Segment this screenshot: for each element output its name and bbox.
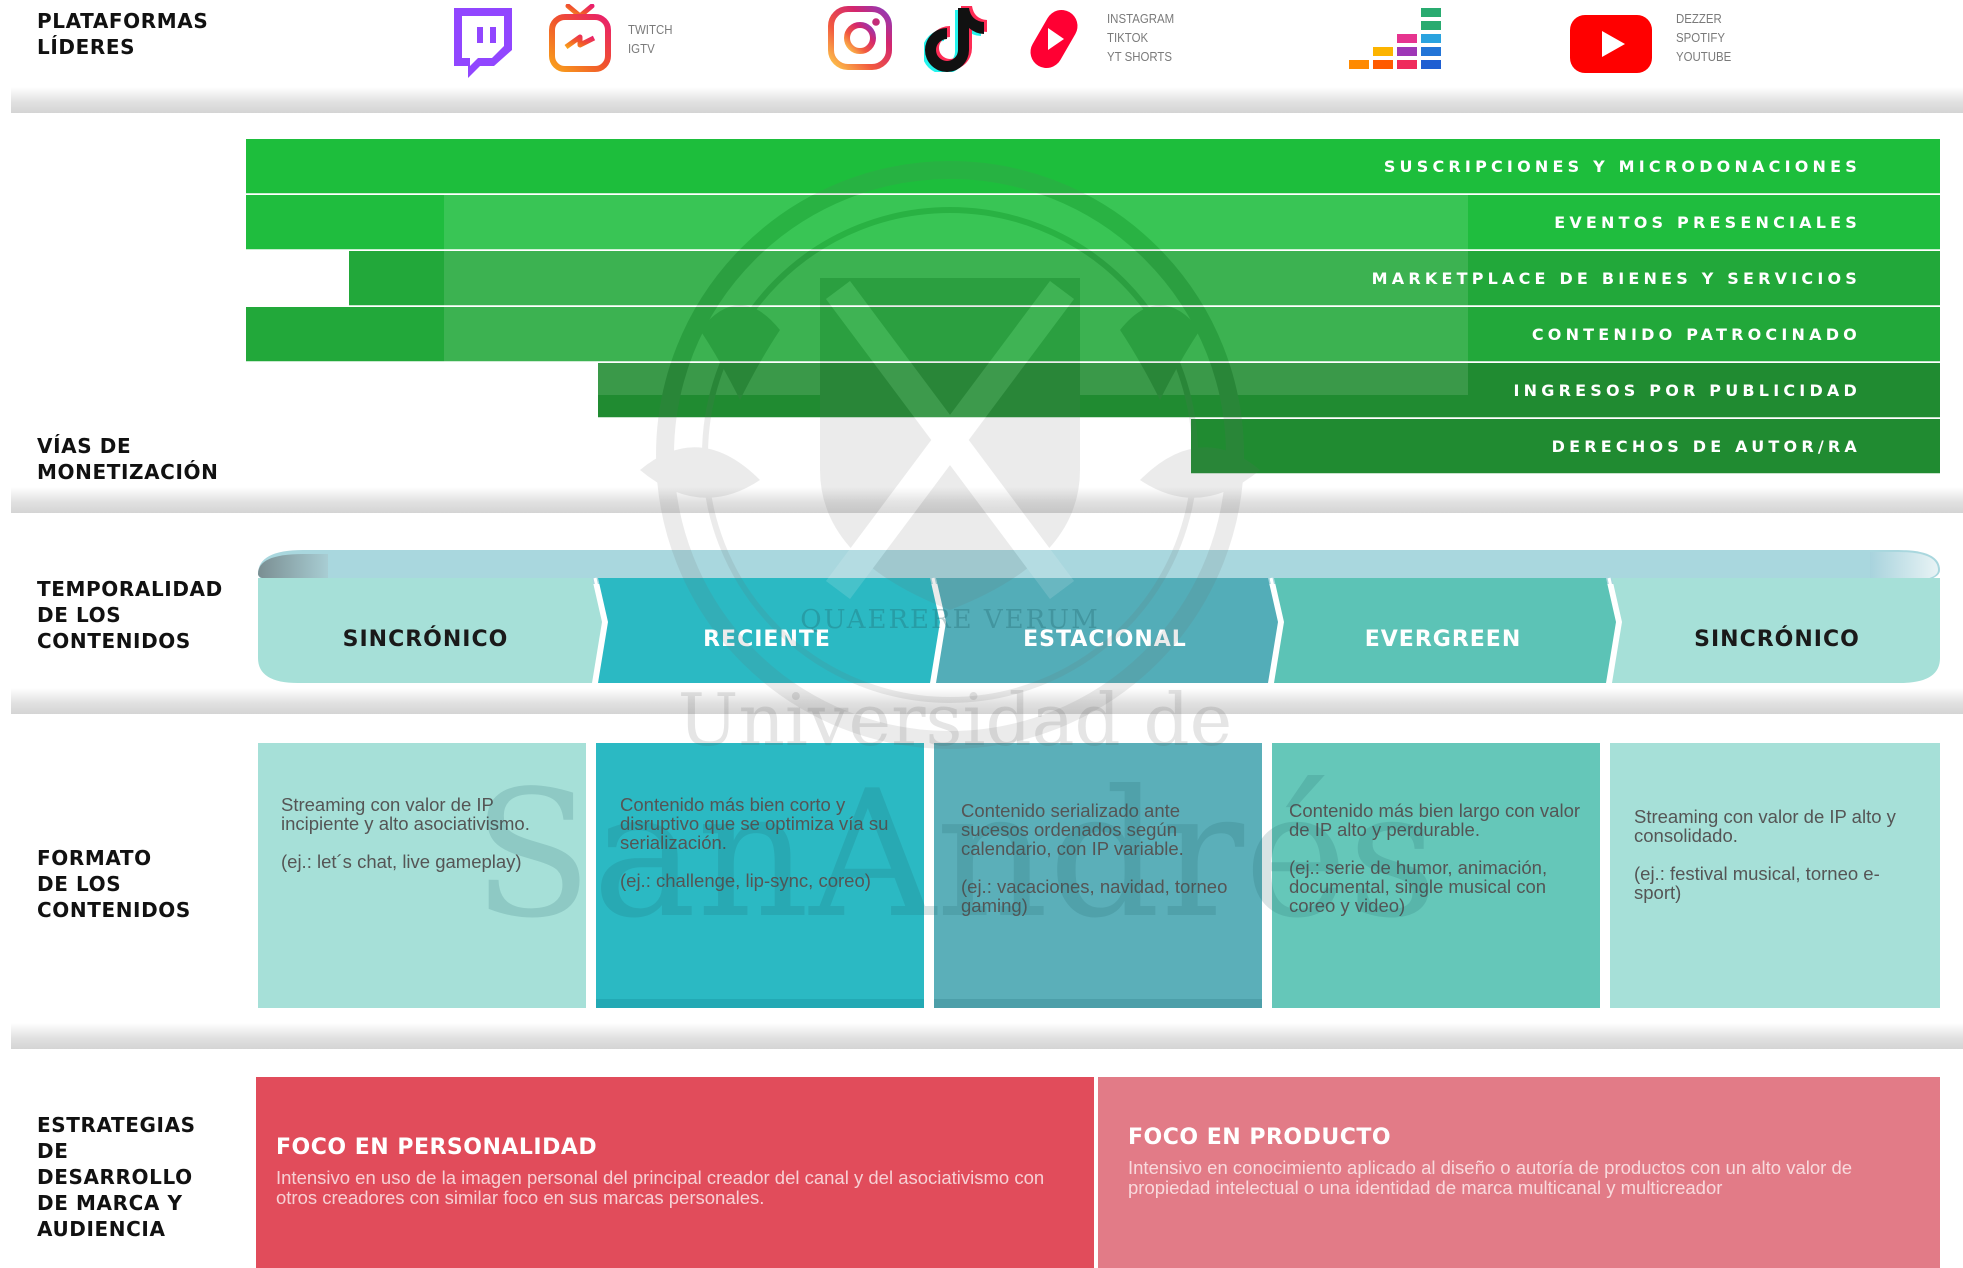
igtv-icon xyxy=(549,4,611,72)
mon-bar-eventos: EVENTOS PRESENCIALES xyxy=(246,195,1940,250)
temporal-band xyxy=(258,550,1940,684)
strategy-title: FOCO EN PRODUCTO xyxy=(1128,1125,1392,1150)
formato-card-sincronico: Streaming con valor de IP incipiente y a… xyxy=(258,743,586,1008)
strategy-personalidad: FOCO EN PERSONALIDAD Intensivo en uso de… xyxy=(256,1077,1094,1268)
tiktok-icon xyxy=(924,6,987,72)
platform-list-3: DEZZER SPOTIFY YOUTUBE xyxy=(1676,9,1731,66)
mon-bar-derechos: DERECHOS DE AUTOR/RA xyxy=(1191,419,1940,474)
formato-card-reciente: Contenido más bien corto y disruptivo qu… xyxy=(596,743,924,1008)
phase-label-estacional: ESTACIONAL xyxy=(1023,627,1187,652)
deezer-icon xyxy=(1349,8,1441,69)
strategy-producto: FOCO EN PRODUCTO Intensivo en conocimien… xyxy=(1098,1077,1940,1268)
platform-name: YOUTUBE xyxy=(1676,49,1732,64)
strategy-description: Intensivo en uso de la imagen personal d… xyxy=(276,1167,1045,1208)
phase-label-reciente: RECIENTE xyxy=(703,627,831,652)
section-label-formato: FORMATO DE LOS CONTENIDOS xyxy=(37,846,191,922)
section-label-plataformas: PLATAFORMAS LÍDERES xyxy=(37,9,209,59)
platform-list-2: INSTAGRAM TIKTOK YT SHORTS xyxy=(1107,9,1174,66)
card-example: (ej.: festival musical, torneo e-sport) xyxy=(1634,863,1880,903)
phase-label-sincronico: SINCRÓNICO xyxy=(342,627,509,652)
divider xyxy=(11,1023,1963,1049)
card-text: Contenido más bien largo con valor de IP… xyxy=(1289,800,1581,840)
strategy-title: FOCO EN PERSONALIDAD xyxy=(276,1135,598,1160)
mon-bar-publicidad: INGRESOS POR PUBLICIDAD xyxy=(598,363,1940,418)
section-label-monetizacion: VÍAS DE MONETIZACIÓN xyxy=(37,434,219,484)
youtube-icon xyxy=(1570,15,1652,73)
card-text: Contenido más bien corto y disruptivo qu… xyxy=(620,794,889,853)
card-example: (ej.: challenge, lip-sync, coreo) xyxy=(620,870,871,891)
card-example: (ej.: let´s chat, live gameplay) xyxy=(281,851,522,872)
divider xyxy=(11,487,1963,513)
card-example: (ej.: vacaciones, navidad, torneo gaming… xyxy=(961,876,1228,916)
formato-card-estacional: Contenido serializado ante sucesos orden… xyxy=(934,743,1262,1008)
mon-label: SUSCRIPCIONES Y MICRODONACIONES xyxy=(1383,157,1861,176)
section-label-estrategias: ESTRATEGIAS DE DESARROLLO DE MARCA Y AUD… xyxy=(37,1113,196,1241)
formato-card-sincronico-final: Streaming con valor de IP alto y consoli… xyxy=(1610,743,1940,1008)
phase-label-evergreen: EVERGREEN xyxy=(1364,627,1522,652)
divider xyxy=(11,688,1963,714)
card-text: Streaming con valor de IP incipiente y a… xyxy=(281,794,530,834)
platform-name: TIKTOK xyxy=(1107,30,1149,45)
card-text: Streaming con valor de IP alto y consoli… xyxy=(1634,806,1896,846)
platform-name: SPOTIFY xyxy=(1676,30,1725,45)
phase-label-sincronico: SINCRÓNICO xyxy=(1694,627,1860,652)
platform-name: INSTAGRAM xyxy=(1107,11,1175,26)
mon-label: EVENTOS PRESENCIALES xyxy=(1554,213,1861,232)
formato-card-evergreen: Contenido más bien largo con valor de IP… xyxy=(1272,743,1600,1008)
mon-bar-marketplace: MARKETPLACE DE BIENES Y SERVICIOS xyxy=(349,251,1940,306)
card-text: Contenido serializado ante sucesos orden… xyxy=(961,800,1184,859)
mon-label: DERECHOS DE AUTOR/RA xyxy=(1551,437,1861,456)
mon-label: CONTENIDO PATROCINADO xyxy=(1531,325,1861,344)
youtube-shorts-icon xyxy=(1030,10,1078,68)
section-label-temporalidad: TEMPORALIDAD DE LOS CONTENIDOS xyxy=(37,577,223,653)
strategy-description: Intensivo en conocimiento aplicado al di… xyxy=(1128,1157,1853,1198)
mon-bar-suscripciones: SUSCRIPCIONES Y MICRODONACIONES xyxy=(246,139,1940,194)
mon-label: MARKETPLACE DE BIENES Y SERVICIOS xyxy=(1371,269,1861,288)
card-example: (ej.: serie de humor, animación, documen… xyxy=(1289,857,1548,916)
platform-name: YT SHORTS xyxy=(1107,49,1173,64)
platform-name: DEZZER xyxy=(1676,11,1722,26)
mon-label: INGRESOS POR PUBLICIDAD xyxy=(1513,381,1861,400)
platform-name: IGTV xyxy=(628,41,655,56)
mon-bar-patrocinado: CONTENIDO PATROCINADO xyxy=(246,307,1940,362)
divider xyxy=(11,87,1963,113)
platform-name: TWITCH xyxy=(628,22,673,37)
twitch-icon xyxy=(454,8,512,78)
instagram-icon xyxy=(828,6,892,70)
platform-list-1: TWITCH IGTV xyxy=(628,20,672,58)
